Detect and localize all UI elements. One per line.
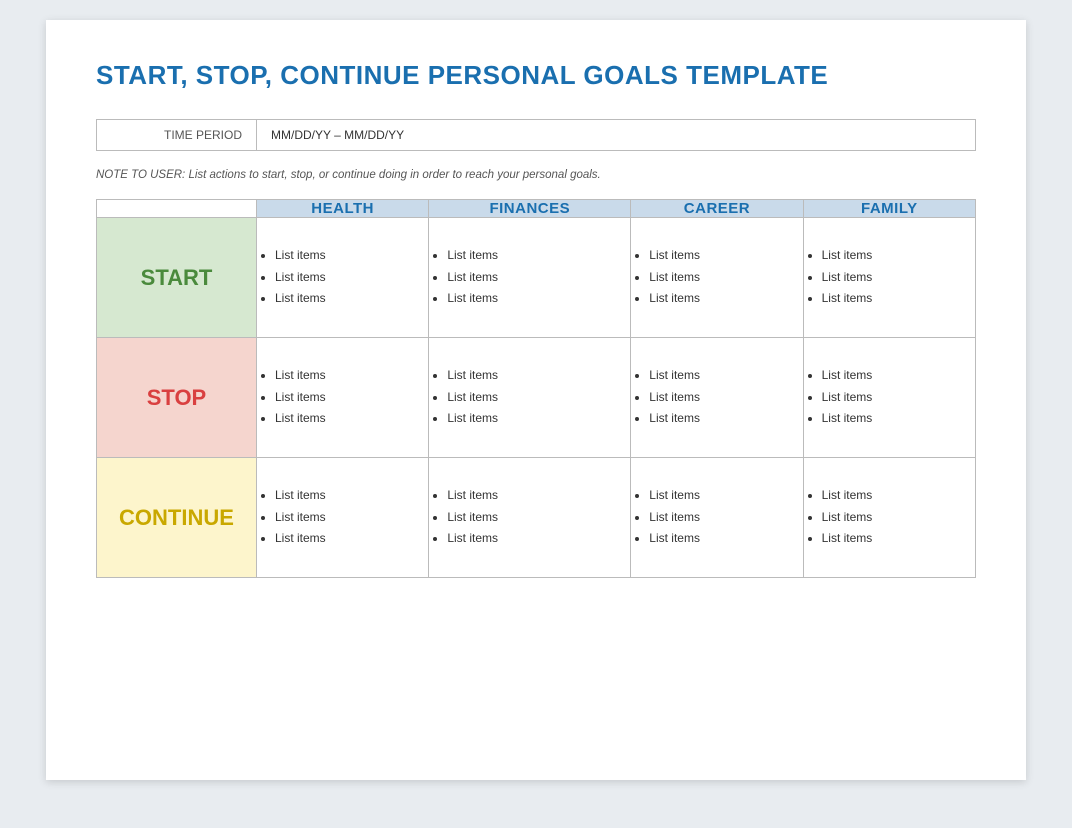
list-item: List items	[447, 365, 630, 387]
time-period-label: TIME PERIOD	[97, 120, 257, 150]
list-item: List items	[649, 408, 802, 430]
continue-row: CONTINUE List items List items List item…	[97, 458, 976, 578]
list-item: List items	[649, 267, 802, 289]
continue-finances-list: List items List items List items	[429, 485, 630, 550]
list-item: List items	[649, 528, 802, 550]
stop-health-list: List items List items List items	[257, 365, 428, 430]
continue-finances-cell[interactable]: List items List items List items	[429, 458, 631, 578]
start-health-cell[interactable]: List items List items List items	[257, 218, 429, 338]
list-item: List items	[275, 288, 428, 310]
start-family-cell[interactable]: List items List items List items	[803, 218, 975, 338]
list-item: List items	[275, 365, 428, 387]
list-item: List items	[275, 267, 428, 289]
stop-family-cell[interactable]: List items List items List items	[803, 338, 975, 458]
list-item: List items	[822, 365, 975, 387]
list-item: List items	[649, 485, 802, 507]
continue-health-list: List items List items List items	[257, 485, 428, 550]
list-item: List items	[447, 267, 630, 289]
start-career-list: List items List items List items	[631, 245, 802, 310]
list-item: List items	[822, 387, 975, 409]
header-health: HEALTH	[257, 200, 429, 218]
header-row: HEALTH FINANCES CAREER FAMILY	[97, 200, 976, 218]
start-label-cell: START	[97, 218, 257, 338]
list-item: List items	[275, 507, 428, 529]
page-title: START, STOP, CONTINUE PERSONAL GOALS TEM…	[96, 60, 976, 91]
list-item: List items	[649, 245, 802, 267]
start-row: START List items List items List items L…	[97, 218, 976, 338]
list-item: List items	[275, 245, 428, 267]
list-item: List items	[275, 408, 428, 430]
list-item: List items	[447, 288, 630, 310]
continue-family-cell[interactable]: List items List items List items	[803, 458, 975, 578]
stop-label: STOP	[147, 385, 207, 410]
list-item: List items	[822, 507, 975, 529]
start-family-list: List items List items List items	[804, 245, 975, 310]
list-item: List items	[447, 507, 630, 529]
list-item: List items	[822, 528, 975, 550]
header-finances: FINANCES	[429, 200, 631, 218]
continue-career-cell[interactable]: List items List items List items	[631, 458, 803, 578]
list-item: List items	[822, 485, 975, 507]
continue-family-list: List items List items List items	[804, 485, 975, 550]
list-item: List items	[822, 408, 975, 430]
list-item: List items	[275, 387, 428, 409]
time-period-value[interactable]: MM/DD/YY – MM/DD/YY	[257, 120, 975, 150]
list-item: List items	[822, 245, 975, 267]
continue-label: CONTINUE	[119, 505, 234, 530]
header-empty-cell	[97, 200, 257, 218]
list-item: List items	[649, 365, 802, 387]
continue-career-list: List items List items List items	[631, 485, 802, 550]
list-item: List items	[649, 507, 802, 529]
goals-table: HEALTH FINANCES CAREER FAMILY START List…	[96, 199, 976, 578]
time-period-row: TIME PERIOD MM/DD/YY – MM/DD/YY	[96, 119, 976, 151]
start-label: START	[141, 265, 213, 290]
stop-health-cell[interactable]: List items List items List items	[257, 338, 429, 458]
stop-family-list: List items List items List items	[804, 365, 975, 430]
list-item: List items	[447, 408, 630, 430]
start-health-list: List items List items List items	[257, 245, 428, 310]
start-career-cell[interactable]: List items List items List items	[631, 218, 803, 338]
note-text: NOTE TO USER: List actions to start, sto…	[96, 169, 976, 181]
header-career: CAREER	[631, 200, 803, 218]
list-item: List items	[822, 267, 975, 289]
list-item: List items	[275, 528, 428, 550]
list-item: List items	[447, 245, 630, 267]
stop-finances-list: List items List items List items	[429, 365, 630, 430]
continue-label-cell: CONTINUE	[97, 458, 257, 578]
list-item: List items	[275, 485, 428, 507]
list-item: List items	[649, 288, 802, 310]
list-item: List items	[447, 485, 630, 507]
stop-career-list: List items List items List items	[631, 365, 802, 430]
list-item: List items	[822, 288, 975, 310]
list-item: List items	[649, 387, 802, 409]
list-item: List items	[447, 528, 630, 550]
stop-label-cell: STOP	[97, 338, 257, 458]
page-container: START, STOP, CONTINUE PERSONAL GOALS TEM…	[46, 20, 1026, 780]
start-finances-list: List items List items List items	[429, 245, 630, 310]
list-item: List items	[447, 387, 630, 409]
stop-career-cell[interactable]: List items List items List items	[631, 338, 803, 458]
start-finances-cell[interactable]: List items List items List items	[429, 218, 631, 338]
stop-row: STOP List items List items List items Li…	[97, 338, 976, 458]
stop-finances-cell[interactable]: List items List items List items	[429, 338, 631, 458]
continue-health-cell[interactable]: List items List items List items	[257, 458, 429, 578]
header-family: FAMILY	[803, 200, 975, 218]
